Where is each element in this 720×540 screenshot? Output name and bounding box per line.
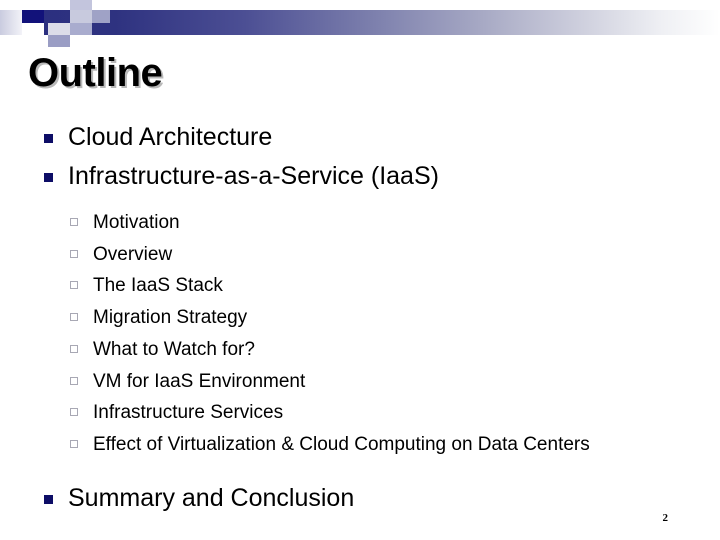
deco-lavender-square-3 xyxy=(92,10,110,23)
deco-white-block-top xyxy=(0,0,48,10)
deco-lavender-square-4 xyxy=(70,23,92,35)
deco-lavender-square-6 xyxy=(48,35,70,47)
sub-bullet-text: VM for IaaS Environment xyxy=(93,370,306,392)
list-item: Motivation xyxy=(0,207,720,239)
deco-navy-square xyxy=(22,10,44,23)
sub-bullet-text: Infrastructure Services xyxy=(93,402,284,424)
sub-bullet-text: Effect of Virtualization & Cloud Computi… xyxy=(93,433,590,455)
sub-bullet-text: What to Watch for? xyxy=(93,338,255,360)
hollow-square-bullet-icon xyxy=(70,439,78,448)
list-item: The IaaS Stack xyxy=(0,270,720,302)
presentation-slide: Outline Cloud Architecture Infrastructur… xyxy=(0,0,720,540)
hollow-square-bullet-icon xyxy=(70,376,78,385)
deco-white-block-lower xyxy=(0,35,48,48)
deco-lavender-square-2 xyxy=(70,10,92,23)
corner-decoration xyxy=(0,0,132,48)
summary-section: Summary and Conclusion xyxy=(0,479,720,518)
deco-white-block-bottom xyxy=(70,35,110,48)
list-item: Migration Strategy xyxy=(0,302,720,334)
sub-bullet-text: The IaaS Stack xyxy=(93,275,223,297)
sub-bullet-text: Motivation xyxy=(93,212,180,233)
hollow-square-bullet-icon xyxy=(70,218,78,226)
filled-square-bullet-icon xyxy=(44,173,53,182)
sub-bullet-text: Migration Strategy xyxy=(93,307,248,329)
page-title: Outline xyxy=(28,51,163,95)
list-item: Infrastructure Services xyxy=(0,397,720,429)
deco-pale-square-left xyxy=(0,10,22,35)
hollow-square-bullet-icon xyxy=(70,249,78,258)
list-item: What to Watch for? xyxy=(0,334,720,366)
list-item: Overview xyxy=(0,239,720,271)
list-item: VM for IaaS Environment xyxy=(0,366,720,398)
sub-bullet-text: Overview xyxy=(93,243,173,265)
deco-lavender-square-1 xyxy=(70,0,92,10)
list-item: Infrastructure-as-a-Service (IaaS) xyxy=(0,157,720,196)
bullet-text: Infrastructure-as-a-Service (IaaS) xyxy=(68,162,439,190)
page-number: 2 xyxy=(662,512,669,524)
deco-white-square-mid xyxy=(22,23,44,35)
slide-body: Cloud Architecture Infrastructure-as-a-S… xyxy=(0,118,720,518)
hollow-square-bullet-icon xyxy=(70,313,78,322)
list-item: Summary and Conclusion xyxy=(0,479,720,518)
sub-bullet-list: Motivation Overview The IaaS Stack Migra… xyxy=(0,207,720,461)
filled-square-bullet-icon xyxy=(44,494,53,504)
hollow-square-bullet-icon xyxy=(70,344,78,353)
deco-white-square-upper xyxy=(48,0,70,10)
bullet-text: Summary and Conclusion xyxy=(68,483,355,512)
bullet-text: Cloud Architecture xyxy=(68,123,273,151)
list-item: Effect of Virtualization & Cloud Computi… xyxy=(0,429,720,461)
filled-square-bullet-icon xyxy=(44,134,53,143)
hollow-square-bullet-icon xyxy=(70,281,78,290)
hollow-square-bullet-icon xyxy=(70,408,78,417)
list-item: Cloud Architecture xyxy=(0,118,720,157)
deco-lavender-square-5 xyxy=(48,23,70,35)
